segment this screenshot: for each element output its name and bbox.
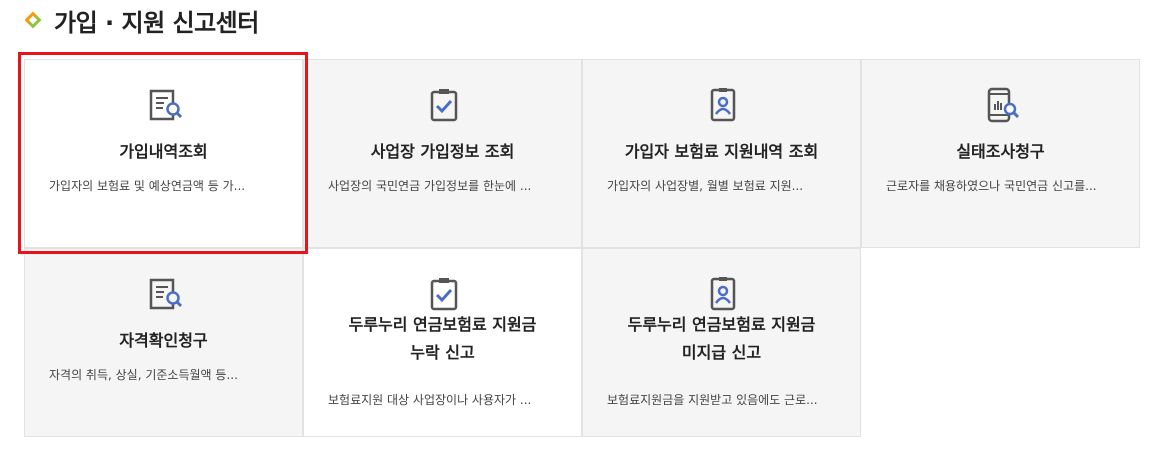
page-title: 가입 · 지원 신고센터	[54, 8, 259, 37]
id-card-icon	[710, 88, 736, 122]
clipboard-check-icon	[430, 278, 458, 311]
card-title: 두루누리 연금보험료 지원금 누락 신고	[312, 311, 573, 367]
card-workplace-info-inquiry[interactable]: 사업장 가입정보 조회 사업장의 국민연금 가입정보를 한눈에 ...	[303, 59, 582, 248]
clipboard-check-icon	[430, 89, 458, 122]
card-description: 자격의 취득, 상실, 기준소득월액 등...	[49, 368, 238, 382]
card-description: 가입자의 보험료 및 예상연금액 등 가...	[49, 179, 246, 193]
card-description: 근로자를 채용하였으나 국민연금 신고를...	[886, 179, 1097, 193]
card-description: 보험료지원 대상 사업장이나 사용자가 ...	[328, 393, 532, 407]
service-card-grid: 가입내역조회 가입자의 보험료 및 예상연금액 등 가... 사업장 가입정보 …	[24, 59, 1140, 439]
card-membership-inquiry[interactable]: 가입내역조회 가입자의 보험료 및 예상연금액 등 가...	[24, 59, 303, 248]
card-title: 자격확인청구	[119, 331, 208, 350]
card-title: 실태조사청구	[956, 142, 1045, 161]
card-title: 사업장 가입정보 조회	[370, 142, 515, 161]
card-title: 두루누리 연금보험료 지원금 미지급 신고	[591, 311, 852, 367]
card-title: 가입내역조회	[119, 142, 208, 161]
card-description: 사업장의 국민연금 가입정보를 한눈에 ...	[328, 179, 532, 193]
card-title-line-2: 누락 신고	[410, 343, 475, 362]
mobile-search-icon	[987, 87, 1020, 123]
card-title-line-2: 미지급 신고	[681, 343, 762, 362]
card-durunuri-nonpayment-report[interactable]: 두루누리 연금보험료 지원금 미지급 신고 보험료지원금을 지원받고 있음에도 …	[582, 248, 861, 437]
document-search-icon	[149, 278, 183, 310]
card-title-line-1: 두루누리 연금보험료 지원금	[348, 315, 537, 334]
document-search-icon	[149, 89, 183, 121]
id-card-icon	[710, 277, 736, 311]
card-description: 보험료지원금을 지원받고 있음에도 근로...	[607, 393, 818, 407]
section-header: 가입 · 지원 신고센터	[24, 2, 259, 38]
card-premium-support-inquiry[interactable]: 가입자 보험료 지원내역 조회 가입자의 사업장별, 월별 보험료 지원...	[582, 59, 861, 248]
diamond-icon	[24, 11, 42, 29]
card-fact-investigation-request[interactable]: 실태조사청구 근로자를 채용하였으나 국민연금 신고를...	[861, 59, 1140, 248]
card-qualification-check-request[interactable]: 자격확인청구 자격의 취득, 상실, 기준소득월액 등...	[24, 248, 303, 437]
card-durunuri-omission-report[interactable]: 두루누리 연금보험료 지원금 누락 신고 보험료지원 대상 사업장이나 사용자가…	[303, 248, 582, 437]
card-description: 가입자의 사업장별, 월별 보험료 지원...	[607, 179, 804, 193]
card-title-line-1: 두루누리 연금보험료 지원금	[627, 315, 816, 334]
card-title: 가입자 보험료 지원내역 조회	[624, 142, 819, 161]
